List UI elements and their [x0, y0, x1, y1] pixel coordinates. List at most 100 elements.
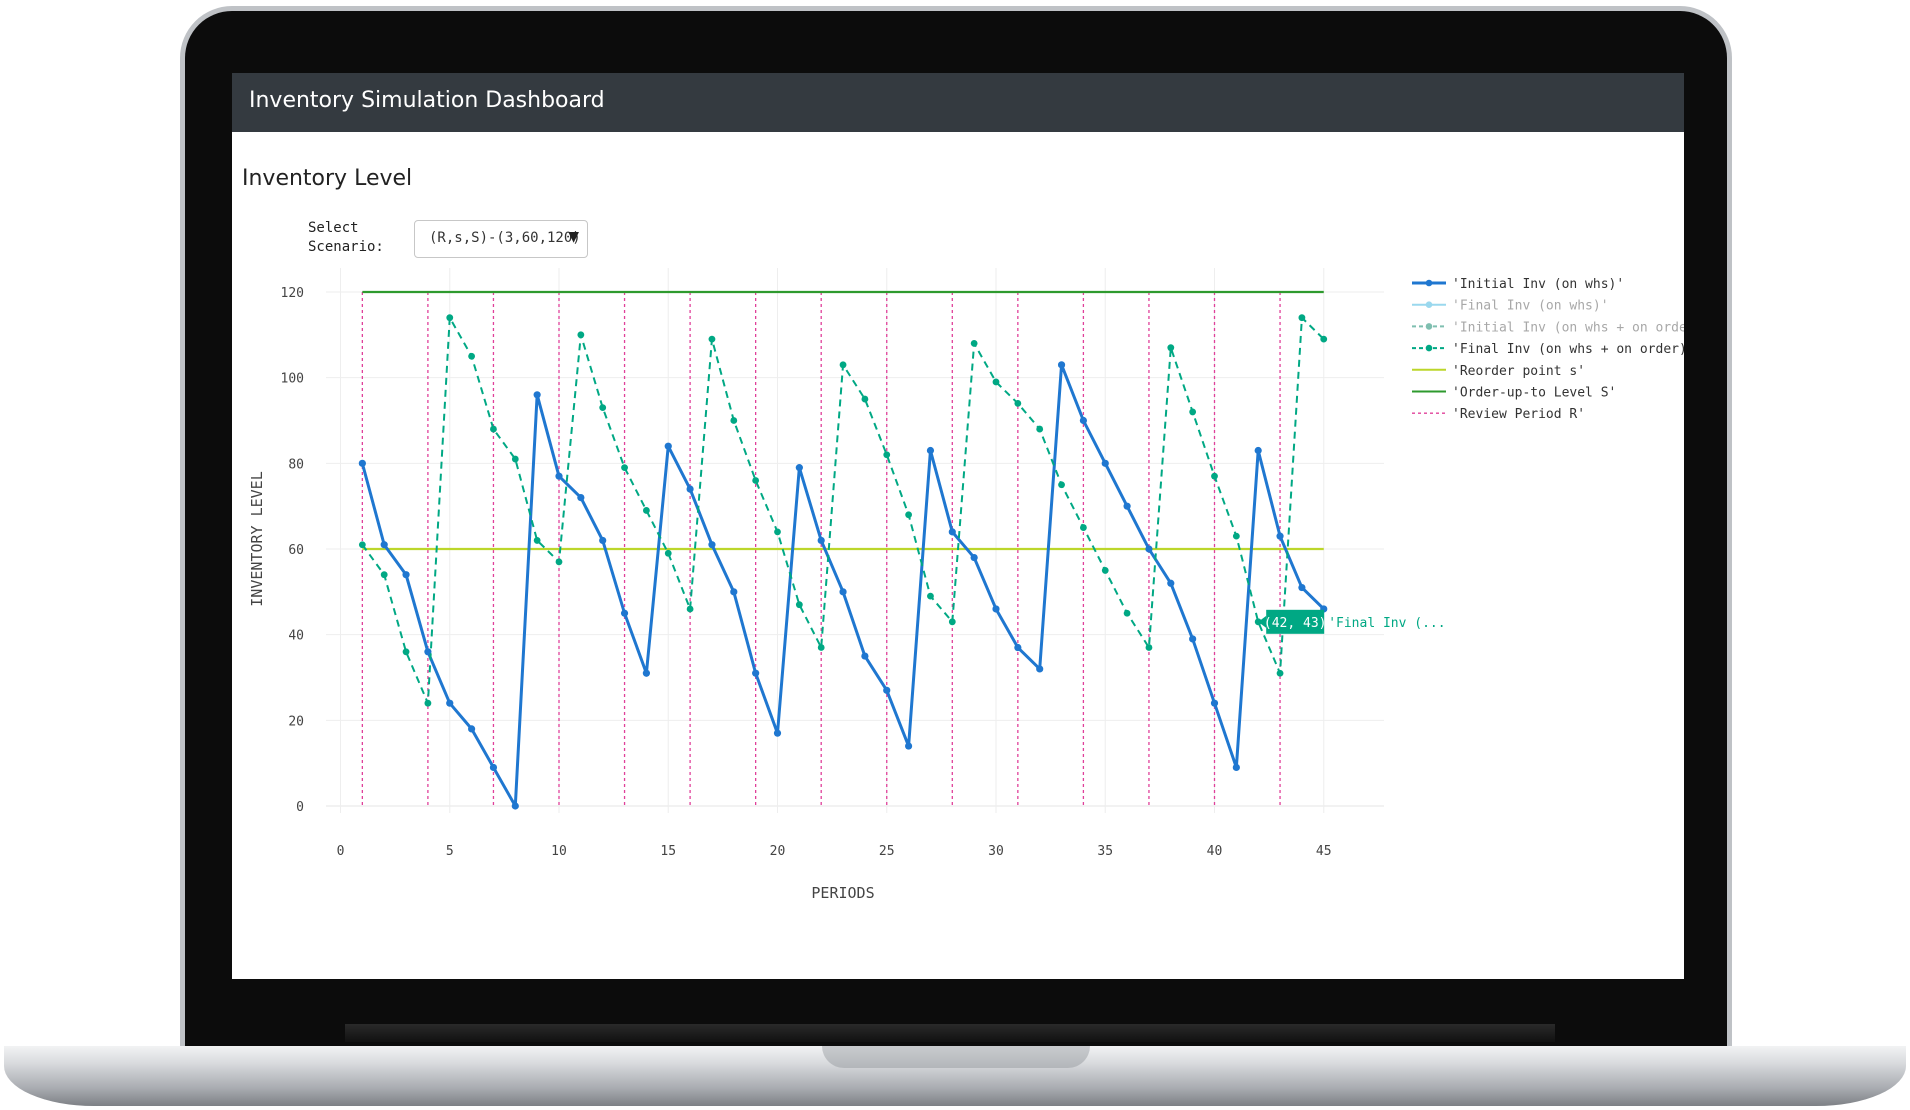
tick-labels: 0 20 40 60 80 100 120 0 5 10 15 20 25 30 35 40 45 [281, 286, 1332, 859]
legend-label: 'Reorder point s' [1452, 364, 1585, 379]
data-point [730, 588, 738, 596]
data-point [926, 446, 935, 455]
data-point [1057, 361, 1066, 369]
data-point [1036, 425, 1044, 433]
data-point [970, 553, 978, 562]
data-point [1036, 665, 1044, 673]
data-point [358, 459, 366, 467]
tooltip-series-name: 'Final Inv (... [1328, 616, 1445, 631]
data-point [511, 455, 519, 463]
data-point [643, 507, 650, 514]
data-point [992, 378, 1000, 386]
y-tick-label: 0 [296, 800, 304, 815]
x-tick-label: 35 [1097, 844, 1113, 859]
data-point [533, 537, 541, 544]
legend-label: 'Final Inv (on whs)' [1452, 299, 1609, 314]
y-tick-label: 20 [288, 714, 304, 729]
data-point [380, 571, 388, 579]
legend-item[interactable]: 'Order-up-to Level S' [1412, 386, 1616, 401]
legend: 'Initial Inv (on whs)' 'Final Inv (on whs… [1412, 277, 1684, 422]
data-point [424, 699, 432, 707]
x-tick-label: 30 [988, 844, 1004, 859]
data-point [773, 729, 782, 737]
tooltip-value: (42, 43) [1264, 616, 1327, 631]
data-point [1058, 481, 1065, 489]
data-point [970, 340, 978, 347]
data-point [599, 404, 607, 412]
legend-marker [1425, 323, 1433, 330]
legend-label: 'Initial Inv (on whs + on order)' [1452, 320, 1684, 335]
data-point [883, 686, 891, 694]
data-point [817, 644, 825, 651]
data-point [577, 331, 585, 339]
data-point [533, 391, 541, 399]
x-axis-title: PERIODS [811, 884, 874, 902]
legend-item[interactable]: 'Final Inv (on whs)' [1412, 299, 1609, 314]
data-point [861, 395, 869, 403]
data-point [686, 485, 694, 493]
data-point [752, 669, 760, 677]
legend-label: 'Order-up-to Level S' [1452, 386, 1616, 401]
x-tick-label: 40 [1207, 844, 1223, 859]
data-point [1210, 699, 1219, 707]
series-initial-inv-whs [358, 361, 1328, 810]
data-point [948, 528, 956, 536]
laptop-notch [822, 1046, 1090, 1068]
data-point [708, 541, 716, 549]
y-tick-label: 40 [288, 629, 304, 644]
data-point [1014, 643, 1022, 652]
data-point [620, 609, 629, 617]
data-point [948, 618, 956, 626]
data-point [1254, 446, 1262, 455]
data-point [1145, 644, 1153, 651]
legend-item[interactable]: 'Reorder point s' [1412, 364, 1585, 379]
data-point [795, 601, 803, 609]
y-tick-label: 100 [281, 372, 304, 387]
x-tick-label: 20 [770, 844, 786, 859]
data-point [1123, 609, 1131, 617]
data-point [927, 592, 934, 600]
data-point [577, 494, 585, 502]
data-point [446, 314, 454, 322]
data-point [839, 588, 847, 596]
data-point [358, 541, 366, 549]
x-tick-label: 0 [337, 844, 345, 859]
x-tick-label: 15 [660, 844, 676, 859]
data-point [752, 477, 760, 484]
data-point [664, 549, 672, 557]
legend-marker [1425, 344, 1433, 352]
y-tick-label: 120 [281, 286, 304, 301]
data-point [446, 699, 454, 707]
x-tick-label: 10 [551, 844, 567, 859]
data-point [1167, 579, 1175, 587]
data-point [1145, 545, 1153, 553]
data-point [380, 541, 388, 549]
data-point [1080, 524, 1087, 531]
data-point [1298, 314, 1306, 322]
data-point [1189, 408, 1197, 416]
data-point [817, 536, 825, 545]
x-tick-label: 5 [446, 844, 454, 859]
legend-item[interactable]: 'Initial Inv (on whs)' [1412, 277, 1624, 292]
y-tick-label: 80 [288, 457, 304, 472]
data-point [1123, 502, 1131, 510]
y-axis-title: INVENTORY LEVEL [248, 471, 266, 606]
data-point [839, 361, 847, 369]
legend-label: 'Initial Inv (on whs)' [1452, 277, 1624, 292]
x-tick-label: 25 [879, 844, 895, 859]
legend-item[interactable]: 'Final Inv (on whs + on order)' [1412, 342, 1684, 357]
data-point [664, 442, 672, 450]
data-point [1276, 532, 1284, 540]
legend-item[interactable]: 'Initial Inv (on whs + on order)' [1412, 320, 1684, 335]
legend-item[interactable]: 'Review Period R' [1412, 407, 1585, 422]
laptop-hinge [345, 1024, 1555, 1042]
data-point [1211, 472, 1218, 480]
data-point [402, 648, 410, 656]
data-point [1167, 344, 1175, 352]
inventory-chart: 0 20 40 60 80 100 120 0 5 10 15 20 25 30 35 40 45 PERIODS… [248, 268, 1684, 902]
data-point [774, 528, 781, 536]
data-point [1276, 669, 1284, 677]
data-point [599, 536, 607, 545]
hover-tooltip: (42, 43) 'Final Inv (... [1258, 609, 1446, 634]
data-point [1232, 532, 1240, 540]
